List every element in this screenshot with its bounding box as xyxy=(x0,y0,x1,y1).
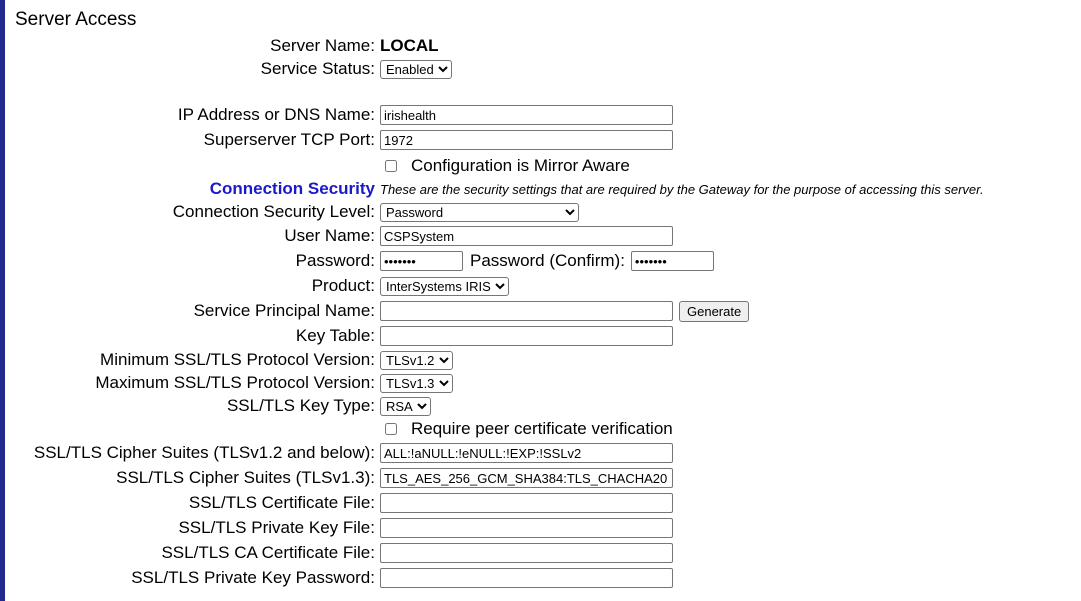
min-tls-select[interactable]: TLSv1.2 xyxy=(380,350,453,370)
connection-security-note: These are the security settings that are… xyxy=(380,181,984,197)
user-name-row: User Name: xyxy=(15,225,673,247)
left-border xyxy=(0,0,5,601)
min-tls-label: Minimum SSL/TLS Protocol Version: xyxy=(100,350,375,369)
ca-file-input[interactable] xyxy=(380,543,673,563)
peer-verify-label: Require peer certificate verification xyxy=(411,419,673,438)
connection-security-heading: Connection Security xyxy=(209,179,375,198)
product-label: Product: xyxy=(311,276,375,295)
service-status-label: Service Status: xyxy=(260,59,375,78)
generate-button[interactable]: Generate xyxy=(679,300,750,322)
cipher-12-row: SSL/TLS Cipher Suites (TLSv1.2 and below… xyxy=(15,442,673,464)
product-select[interactable]: InterSystems IRIS xyxy=(380,276,509,296)
security-level-label: Connection Security Level: xyxy=(172,202,375,221)
mirror-aware-checkbox[interactable] xyxy=(385,160,397,172)
password-confirm-input[interactable] xyxy=(630,251,714,271)
spn-row: Service Principal Name: Generate xyxy=(15,300,750,322)
key-type-label: SSL/TLS Key Type: xyxy=(226,396,375,415)
cert-file-input[interactable] xyxy=(380,493,673,513)
connection-security-row: Connection Security These are the securi… xyxy=(15,178,984,200)
cert-file-label: SSL/TLS Certificate File: xyxy=(188,493,375,512)
page-title: Server Access xyxy=(15,9,137,30)
key-file-label: SSL/TLS Private Key File: xyxy=(178,518,375,537)
password-input[interactable] xyxy=(380,251,463,271)
key-password-label: SSL/TLS Private Key Password: xyxy=(131,568,375,587)
peer-verify-row: Require peer certificate verification xyxy=(15,418,673,440)
key-password-row: SSL/TLS Private Key Password: xyxy=(15,567,673,589)
min-tls-row: Minimum SSL/TLS Protocol Version: TLSv1.… xyxy=(15,349,453,371)
ip-address-label: IP Address or DNS Name: xyxy=(177,105,375,124)
user-name-input[interactable] xyxy=(380,226,673,246)
key-type-select[interactable]: RSA xyxy=(380,396,431,416)
password-row: Password: Password (Confirm): xyxy=(15,250,714,272)
cipher-12-input[interactable] xyxy=(380,443,673,463)
ca-file-row: SSL/TLS CA Certificate File: xyxy=(15,542,673,564)
mirror-aware-label: Configuration is Mirror Aware xyxy=(411,156,630,175)
service-status-select[interactable]: Enabled xyxy=(380,59,452,79)
key-table-input[interactable] xyxy=(380,326,673,346)
key-file-row: SSL/TLS Private Key File: xyxy=(15,517,673,539)
key-type-row: SSL/TLS Key Type: RSA xyxy=(15,395,431,417)
product-row: Product: InterSystems IRIS xyxy=(15,275,509,297)
security-level-row: Connection Security Level: Password xyxy=(15,201,579,223)
password-label: Password: xyxy=(295,251,375,270)
cert-file-row: SSL/TLS Certificate File: xyxy=(15,492,673,514)
mirror-aware-row: Configuration is Mirror Aware xyxy=(15,155,630,177)
max-tls-select[interactable]: TLSv1.3 xyxy=(380,373,453,393)
cipher-13-label: SSL/TLS Cipher Suites (TLSv1.3): xyxy=(116,468,375,487)
ip-address-row: IP Address or DNS Name: xyxy=(15,104,673,126)
server-name-value: LOCAL xyxy=(380,36,439,55)
peer-verify-checkbox[interactable] xyxy=(385,423,397,435)
tcp-port-input[interactable] xyxy=(380,130,673,150)
cipher-12-label: SSL/TLS Cipher Suites (TLSv1.2 and below… xyxy=(33,443,375,462)
ca-file-label: SSL/TLS CA Certificate File: xyxy=(161,543,375,562)
server-name-label: Server Name: xyxy=(270,36,375,55)
key-table-row: Key Table: xyxy=(15,325,673,347)
cipher-13-input[interactable] xyxy=(380,468,673,488)
tcp-port-row: Superserver TCP Port: xyxy=(15,129,673,151)
cipher-13-row: SSL/TLS Cipher Suites (TLSv1.3): xyxy=(15,467,673,489)
max-tls-label: Maximum SSL/TLS Protocol Version: xyxy=(95,373,375,392)
ip-address-input[interactable] xyxy=(380,105,673,125)
spn-input[interactable] xyxy=(380,301,673,321)
tcp-port-label: Superserver TCP Port: xyxy=(203,130,375,149)
max-tls-row: Maximum SSL/TLS Protocol Version: TLSv1.… xyxy=(15,372,453,394)
key-table-label: Key Table: xyxy=(295,326,375,345)
server-name-row: Server Name: LOCAL xyxy=(15,35,439,57)
key-password-input[interactable] xyxy=(380,568,673,588)
server-access-form: Server Access Server Name: LOCAL Service… xyxy=(15,0,1081,601)
service-status-row: Service Status: Enabled xyxy=(15,58,452,80)
security-level-select[interactable]: Password xyxy=(380,202,579,222)
password-confirm-label: Password (Confirm): xyxy=(470,251,625,270)
spn-label: Service Principal Name: xyxy=(193,301,375,320)
user-name-label: User Name: xyxy=(284,226,375,245)
key-file-input[interactable] xyxy=(380,518,673,538)
